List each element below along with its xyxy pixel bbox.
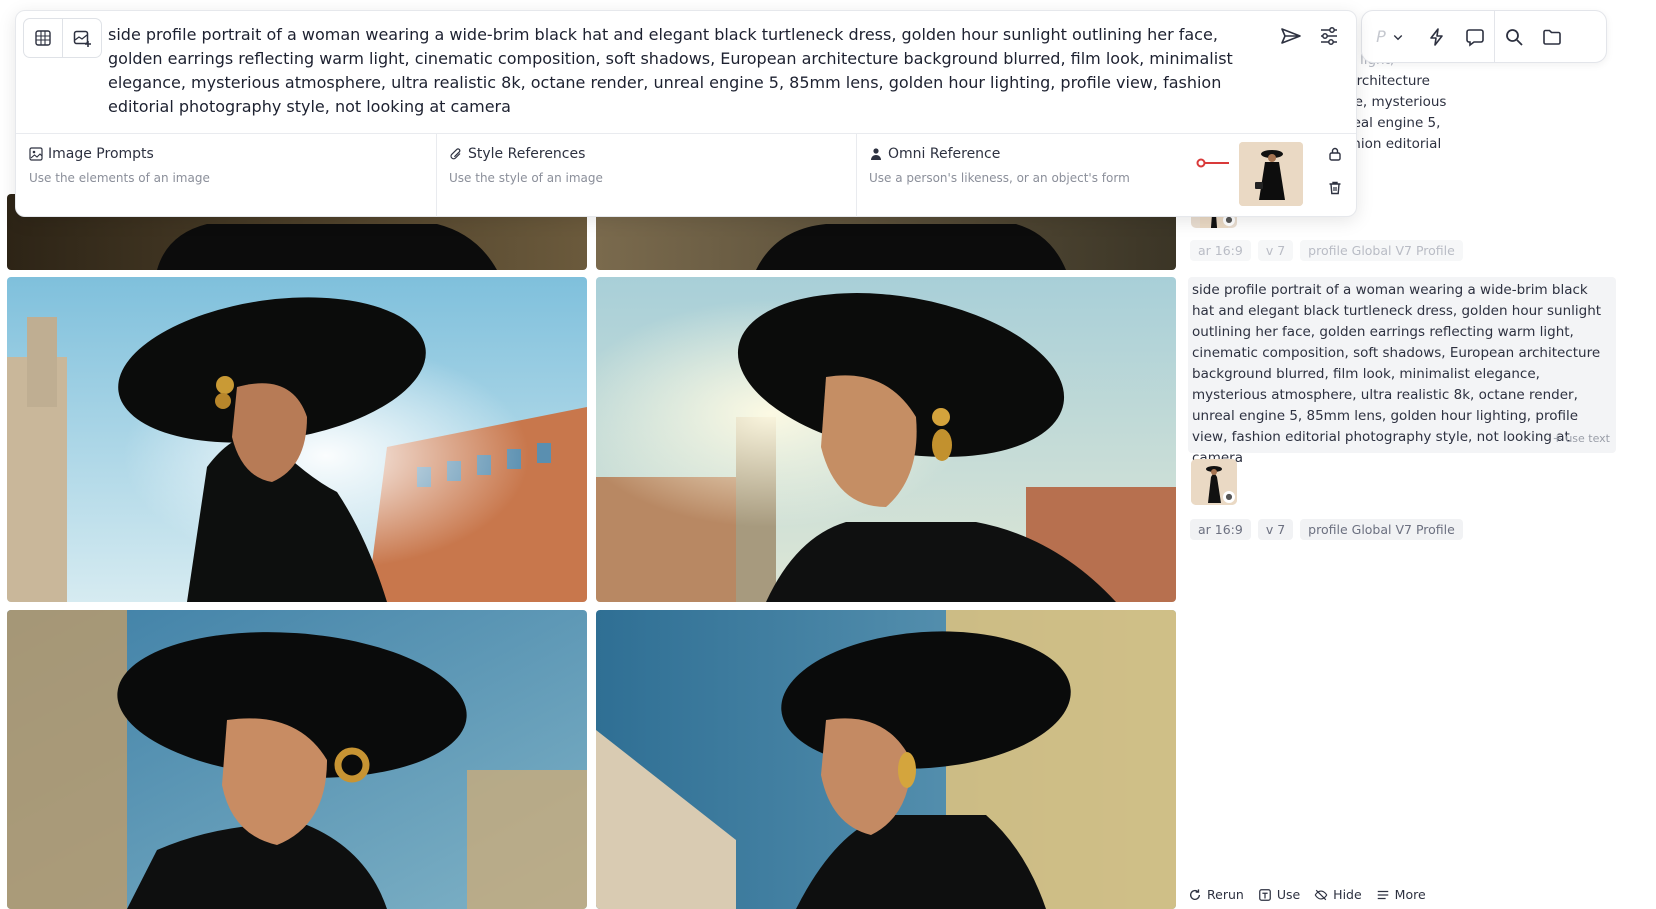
job-actions: Rerun Use Hide More bbox=[1188, 887, 1426, 902]
current-prompt-text: side profile portrait of a woman wearing… bbox=[1192, 282, 1602, 466]
param-chip[interactable]: profile Global V7 Profile bbox=[1300, 240, 1463, 261]
reference-bar: Image Prompts Use the elements of an ima… bbox=[16, 133, 1356, 217]
add-image-icon bbox=[73, 30, 91, 47]
more-label: More bbox=[1394, 887, 1426, 902]
param-chip[interactable]: profile Global V7 Profile bbox=[1300, 519, 1463, 540]
use-icon bbox=[1258, 888, 1271, 901]
chevron-down-icon bbox=[1393, 34, 1403, 40]
search-icon bbox=[1506, 28, 1523, 46]
style-references-subtitle: Use the style of an image bbox=[449, 171, 603, 185]
image-prompts-subtitle: Use the elements of an image bbox=[29, 171, 210, 185]
use-text-link[interactable]: + use text bbox=[1553, 432, 1610, 445]
param-chip[interactable]: ar 16:9 bbox=[1190, 240, 1251, 261]
prompt-mode-buttons bbox=[23, 18, 102, 58]
omni-reference-title: Omni Reference bbox=[888, 146, 1001, 162]
person-icon: ● bbox=[1223, 491, 1235, 503]
chat-button[interactable] bbox=[1456, 18, 1494, 56]
eye-off-icon bbox=[1314, 889, 1328, 900]
generated-image-2[interactable] bbox=[596, 277, 1176, 602]
previous-job-params: ar 16:9 v 7 profile Global V7 Profile bbox=[1190, 240, 1463, 261]
prompt-panel: side profile portrait of a woman wearing… bbox=[15, 10, 1357, 217]
hide-label: Hide bbox=[1333, 887, 1362, 902]
omni-reference-subtitle: Use a person's likeness, or an object's … bbox=[869, 171, 1130, 185]
param-chip[interactable]: v 7 bbox=[1257, 519, 1294, 540]
more-button[interactable]: More bbox=[1376, 887, 1426, 902]
grid-view-button[interactable] bbox=[23, 18, 63, 58]
grid-icon bbox=[35, 30, 51, 46]
image-icon bbox=[29, 147, 43, 161]
menu-icon bbox=[1377, 890, 1388, 899]
current-prompt-card[interactable]: side profile portrait of a woman wearing… bbox=[1188, 277, 1616, 466]
param-chip[interactable]: v 7 bbox=[1257, 240, 1294, 261]
lightning-icon bbox=[1430, 27, 1443, 46]
add-image-button[interactable] bbox=[63, 18, 102, 58]
folder-icon bbox=[1543, 29, 1561, 45]
image-prompts-title: Image Prompts bbox=[48, 146, 154, 162]
paperclip-icon bbox=[450, 148, 461, 160]
use-button[interactable]: Use bbox=[1258, 887, 1300, 902]
search-button[interactable] bbox=[1495, 18, 1533, 56]
chat-icon bbox=[1466, 28, 1484, 47]
speed-button[interactable] bbox=[1418, 18, 1456, 56]
generated-image-3[interactable] bbox=[7, 610, 587, 909]
prompt-input[interactable]: side profile portrait of a woman wearing… bbox=[108, 23, 1258, 119]
use-label: Use bbox=[1276, 887, 1301, 902]
generated-image-1[interactable] bbox=[7, 277, 587, 602]
settings-sliders-icon[interactable] bbox=[1318, 25, 1340, 47]
rerun-icon bbox=[1189, 888, 1201, 900]
param-chip[interactable]: ar 16:9 bbox=[1190, 519, 1251, 540]
generated-image-4[interactable] bbox=[596, 610, 1176, 909]
image-prompts-slot[interactable]: Image Prompts Use the elements of an ima… bbox=[16, 134, 437, 217]
omni-weight-slider[interactable] bbox=[1196, 158, 1230, 168]
trash-icon[interactable] bbox=[1327, 180, 1343, 196]
top-toolbar: P bbox=[1361, 10, 1607, 63]
prompt-actions bbox=[1280, 25, 1340, 47]
omni-reference-thumb[interactable]: ● bbox=[1191, 459, 1237, 505]
hide-button[interactable]: Hide bbox=[1314, 887, 1362, 902]
personalize-glyph: P bbox=[1376, 27, 1386, 46]
current-job-params: ar 16:9 v 7 profile Global V7 Profile bbox=[1190, 519, 1463, 540]
send-icon[interactable] bbox=[1280, 25, 1302, 47]
rerun-label: Rerun bbox=[1207, 887, 1244, 902]
personalize-dropdown[interactable]: P bbox=[1362, 18, 1418, 56]
style-references-slot[interactable]: Style References Use the style of an ima… bbox=[436, 134, 857, 217]
omni-reference-controls bbox=[1327, 146, 1343, 196]
rerun-button[interactable]: Rerun bbox=[1188, 887, 1244, 902]
folder-button[interactable] bbox=[1533, 18, 1571, 56]
person-icon bbox=[871, 148, 881, 160]
style-references-title: Style References bbox=[468, 146, 586, 162]
lock-icon[interactable] bbox=[1327, 146, 1343, 162]
omni-reference-image[interactable] bbox=[1239, 142, 1303, 206]
